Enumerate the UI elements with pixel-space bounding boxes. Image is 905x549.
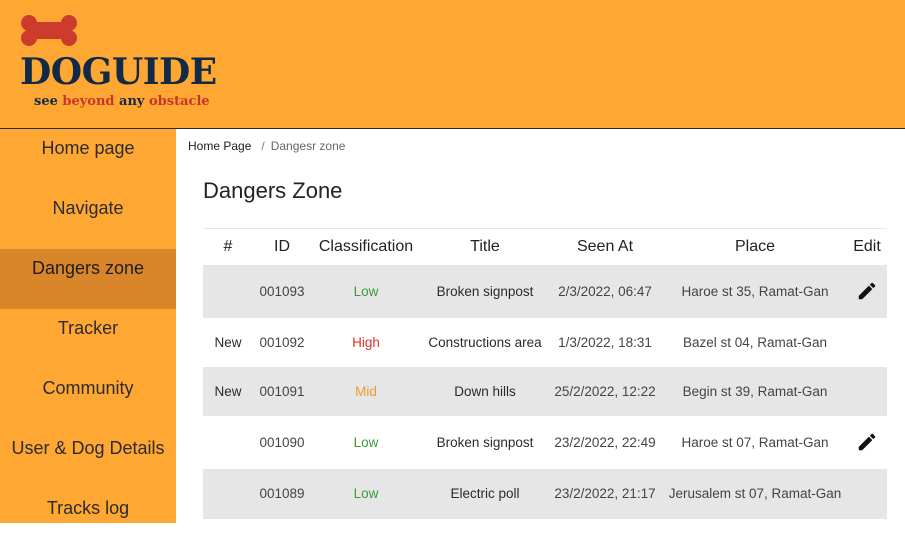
row-id: 001093	[259, 284, 305, 299]
row-title: Electric poll	[450, 486, 520, 501]
row-place: Haroe st 07, Ramat-Gan	[681, 435, 829, 450]
table-header: # ID Classification Title Seen At Place …	[203, 228, 887, 265]
row-seen-at: 23/2/2022, 22:49	[554, 435, 656, 450]
row-place: Bazel st 04, Ramat-Gan	[682, 335, 828, 350]
breadcrumb: Home Page / Dangesr zone	[188, 139, 345, 153]
row-tag: New	[214, 335, 242, 350]
row-id: 001090	[259, 435, 305, 450]
column-header-edit: Edit	[853, 238, 881, 255]
row-id: 001089	[259, 486, 305, 501]
row-classification: High	[352, 335, 380, 350]
breadcrumb-home-link[interactable]: Home Page	[188, 139, 251, 153]
page-title: Dangers Zone	[203, 178, 343, 203]
tagline: see beyond any obstacle	[34, 94, 210, 109]
logo[interactable]: DOGUIDE see beyond any obstacle	[18, 12, 238, 112]
row-title: Broken signpost	[436, 284, 534, 299]
sidebar-item-home-page[interactable]: Home page	[0, 129, 176, 189]
row-classification: Low	[353, 486, 379, 501]
row-title: Broken signpost	[436, 435, 534, 450]
sidebar-item-community[interactable]: Community	[0, 369, 176, 429]
column-header-id: ID	[274, 238, 290, 255]
row-id: 001092	[259, 335, 305, 350]
column-header-number: #	[223, 238, 233, 255]
row-classification: Mid	[355, 384, 377, 399]
column-header-place: Place	[734, 238, 776, 255]
column-header-classification: Classification	[318, 238, 414, 255]
row-title: Down hills	[454, 384, 516, 399]
breadcrumb-separator: /	[261, 139, 265, 153]
row-title: Constructions area	[428, 335, 542, 350]
breadcrumb-current: Dangesr zone	[270, 139, 346, 153]
edit-icon[interactable]	[856, 431, 878, 453]
row-place: Haroe st 35, Ramat-Gan	[681, 284, 829, 299]
row-place: Begin st 39, Ramat-Gan	[682, 384, 828, 399]
sidebar-item-tracker[interactable]: Tracker	[0, 309, 176, 369]
row-classification: Low	[353, 435, 379, 450]
header: DOGUIDE see beyond any obstacle	[0, 0, 905, 129]
edit-icon[interactable]	[856, 280, 878, 302]
sidebar-item-tracks-log[interactable]: Tracks log	[0, 489, 176, 549]
table-row: 001090 Low Broken signpost 23/2/2022, 22…	[203, 416, 887, 469]
sidebar-item-dangers-zone[interactable]: Dangers zone	[0, 249, 176, 309]
row-seen-at: 1/3/2022, 18:31	[558, 335, 652, 350]
column-header-seen-at: Seen At	[576, 238, 634, 255]
row-seen-at: 23/2/2022, 21:17	[554, 486, 656, 501]
sidebar-item-navigate[interactable]: Navigate	[0, 189, 176, 249]
row-classification: Low	[353, 284, 379, 299]
sidebar: Home page Navigate Dangers zone Tracker …	[0, 129, 176, 523]
row-id: 001091	[259, 384, 305, 399]
column-header-title: Title	[470, 238, 500, 255]
row-seen-at: 2/3/2022, 06:47	[558, 284, 652, 299]
row-seen-at: 25/2/2022, 12:22	[554, 384, 656, 399]
row-place: Jerusalem st 07, Ramat-Gan	[668, 486, 842, 501]
sidebar-item-user-dog-details[interactable]: User & Dog Details	[0, 429, 176, 489]
table-row: New 001091 Mid Down hills 25/2/2022, 12:…	[203, 367, 887, 416]
table-row: New 001092 High Constructions area 1/3/2…	[203, 318, 887, 367]
brand-name: DOGUIDE	[20, 51, 217, 93]
row-tag: New	[214, 384, 242, 399]
bone-icon	[21, 15, 77, 46]
table-row: 001089 Low Electric poll 23/2/2022, 21:1…	[203, 469, 887, 519]
table-row: 001093 Low Broken signpost 2/3/2022, 06:…	[203, 265, 887, 318]
